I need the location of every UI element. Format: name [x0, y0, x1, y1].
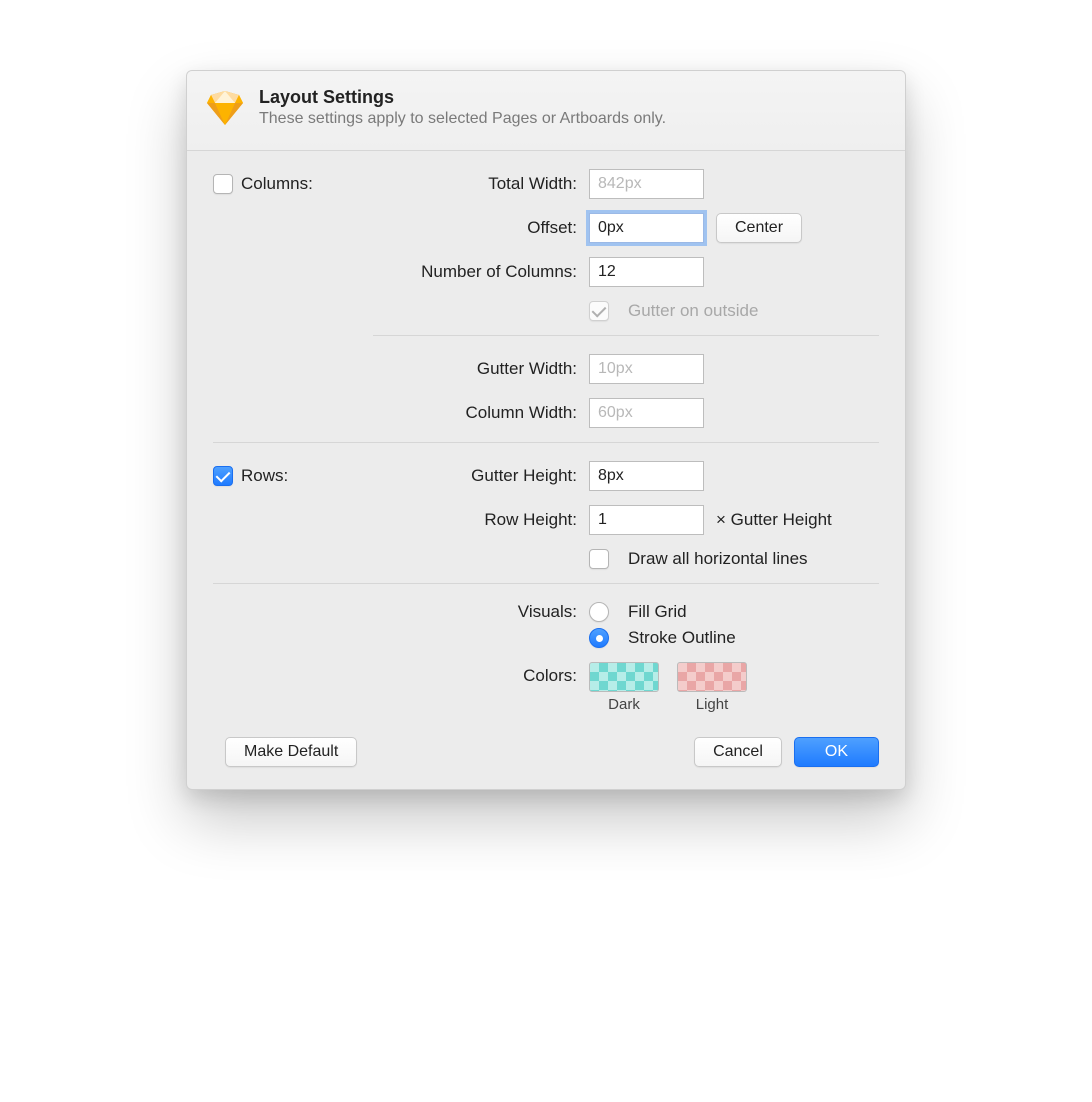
row-height-label: Row Height: [343, 510, 589, 530]
gutter-height-field[interactable] [589, 461, 704, 491]
visuals-label: Visuals: [343, 602, 589, 622]
make-default-button[interactable]: Make Default [225, 737, 357, 767]
columns-section-label: Columns: [241, 174, 313, 194]
rows-section-label: Rows: [241, 466, 288, 486]
gutter-height-label: Gutter Height: [343, 466, 589, 486]
rows-checkbox[interactable] [213, 466, 233, 486]
dialog-header: Layout Settings These settings apply to … [187, 71, 905, 151]
gutter-outside-checkbox[interactable] [589, 301, 609, 321]
divider [213, 583, 879, 584]
colors-label: Colors: [343, 662, 589, 686]
dialog-content: Columns: Total Width: Offset: Center Num… [187, 151, 905, 789]
dialog-title: Layout Settings [259, 87, 666, 108]
gutter-outside-label: Gutter on outside [628, 301, 758, 321]
columns-checkbox[interactable] [213, 174, 233, 194]
offset-label: Offset: [343, 218, 589, 238]
sketch-app-icon [205, 87, 245, 132]
dark-color-swatch[interactable] [589, 662, 659, 692]
light-color-swatch[interactable] [677, 662, 747, 692]
draw-all-lines-label: Draw all horizontal lines [628, 549, 808, 569]
num-columns-field[interactable] [589, 257, 704, 287]
stroke-outline-radio[interactable] [589, 628, 609, 648]
divider [373, 335, 879, 336]
gutter-width-field[interactable] [589, 354, 704, 384]
row-height-suffix: × Gutter Height [716, 510, 832, 530]
center-button[interactable]: Center [716, 213, 802, 243]
offset-field[interactable] [589, 213, 704, 243]
light-color-label: Light [696, 696, 729, 713]
ok-button[interactable]: OK [794, 737, 879, 767]
gutter-width-label: Gutter Width: [343, 359, 589, 379]
column-width-field[interactable] [589, 398, 704, 428]
draw-all-lines-checkbox[interactable] [589, 549, 609, 569]
layout-settings-dialog: Layout Settings These settings apply to … [186, 70, 906, 790]
total-width-label: Total Width: [343, 174, 589, 194]
total-width-field[interactable] [589, 169, 704, 199]
fill-grid-label: Fill Grid [628, 602, 687, 622]
header-text: Layout Settings These settings apply to … [259, 87, 666, 128]
fill-grid-radio[interactable] [589, 602, 609, 622]
column-width-label: Column Width: [343, 403, 589, 423]
row-height-field[interactable] [589, 505, 704, 535]
divider [213, 442, 879, 443]
stroke-outline-label: Stroke Outline [628, 628, 736, 648]
cancel-button[interactable]: Cancel [694, 737, 782, 767]
dark-color-label: Dark [608, 696, 640, 713]
dialog-footer: Make Default Cancel OK [213, 737, 879, 767]
dialog-subtitle: These settings apply to selected Pages o… [259, 110, 666, 128]
num-columns-label: Number of Columns: [343, 262, 589, 282]
